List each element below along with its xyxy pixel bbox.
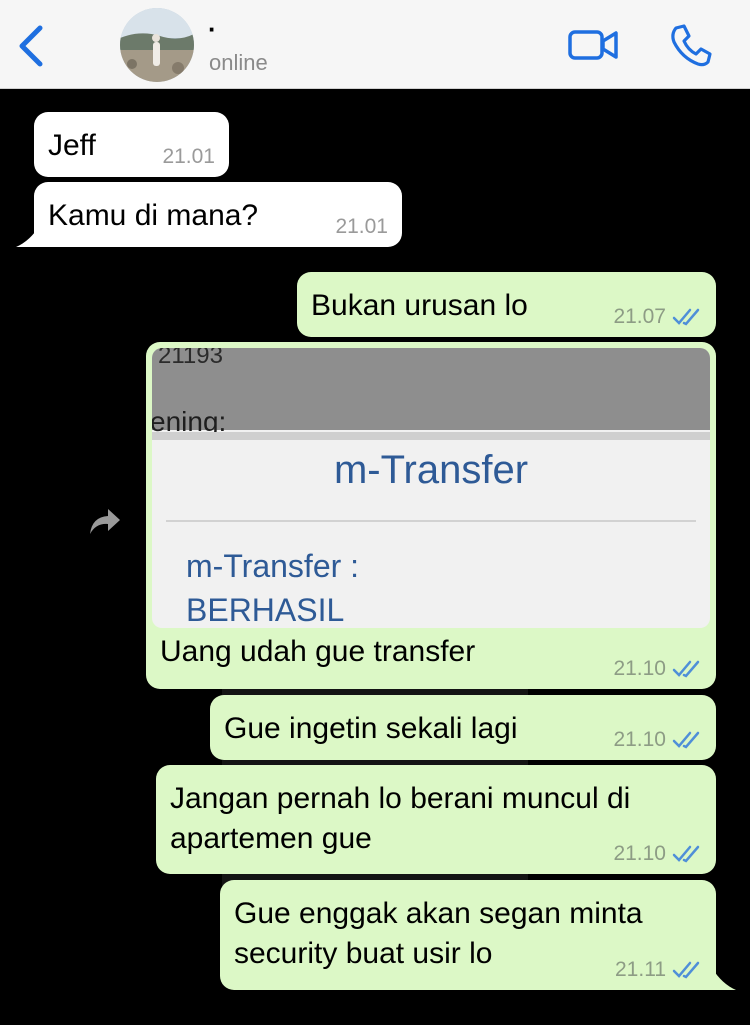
chevron-left-icon bbox=[19, 25, 43, 67]
contact-status: online bbox=[209, 50, 268, 75]
phone-icon bbox=[671, 24, 712, 67]
message-meta: 21.11 bbox=[615, 958, 702, 982]
message-time: 21.07 bbox=[613, 305, 666, 328]
contact-avatar[interactable] bbox=[120, 8, 194, 82]
outgoing-message[interactable]: Gue ingetin sekali lagi 21.10 bbox=[210, 695, 716, 760]
message-meta: 21.10 bbox=[613, 657, 702, 681]
message-text: Kamu di mana? bbox=[48, 199, 259, 232]
forward-button[interactable] bbox=[88, 507, 122, 537]
read-ticks-icon bbox=[672, 731, 700, 749]
message-text-line-1: Jangan pernah lo berani muncul di bbox=[170, 782, 631, 815]
message-meta: 21.10 bbox=[613, 728, 702, 752]
forward-icon bbox=[90, 509, 120, 534]
read-ticks-icon bbox=[672, 961, 700, 979]
message-meta: 21.07 bbox=[613, 305, 702, 329]
video-call-button[interactable] bbox=[566, 20, 622, 70]
message-caption: Uang udah gue transfer bbox=[160, 635, 476, 668]
image-title: m-Transfer bbox=[333, 448, 529, 492]
image-divider bbox=[166, 520, 696, 522]
image-line-2: BERHASIL bbox=[186, 592, 345, 628]
incoming-message[interactable]: Jeff 21.01 bbox=[34, 112, 229, 177]
message-text-line-1: Gue enggak akan segan minta bbox=[234, 897, 643, 930]
incoming-message[interactable]: Kamu di mana? 21.01 bbox=[34, 182, 402, 247]
bubble-tail bbox=[16, 225, 40, 247]
outgoing-message[interactable]: Jangan pernah lo berani muncul di aparte… bbox=[156, 765, 716, 874]
message-text-line-2: apartemen gue bbox=[170, 822, 372, 855]
image-header-band bbox=[152, 348, 710, 430]
chat-area[interactable]: Jeff 21.01 Kamu di mana? 21.01 Bukan uru… bbox=[0, 89, 750, 1025]
video-camera-icon bbox=[568, 30, 618, 60]
message-text: Gue ingetin sekali lagi bbox=[224, 712, 518, 745]
message-time: 21.10 bbox=[613, 842, 666, 865]
image-line-1: m-Transfer : bbox=[186, 548, 360, 584]
back-button[interactable] bbox=[14, 22, 50, 70]
image-text-top: 21193 bbox=[158, 348, 223, 369]
message-time: 21.10 bbox=[613, 728, 666, 751]
message-time: 21.01 bbox=[335, 215, 388, 238]
message-text-line-2: security buat usir lo bbox=[234, 937, 493, 970]
transfer-screenshot-image[interactable]: 21193 ening: m-Transfer m-Transfer : BER… bbox=[152, 348, 710, 628]
message-time: 21.11 bbox=[615, 958, 666, 981]
outgoing-image-message[interactable]: 21193 ening: m-Transfer m-Transfer : BER… bbox=[146, 342, 716, 689]
message-meta: 21.10 bbox=[613, 842, 702, 866]
outgoing-message[interactable]: Gue enggak akan segan minta security bua… bbox=[220, 880, 716, 990]
message-text: Jeff bbox=[48, 129, 96, 162]
read-ticks-icon bbox=[672, 308, 700, 326]
message-text: Bukan urusan lo bbox=[311, 289, 528, 322]
chat-header: · online bbox=[0, 0, 750, 89]
contact-name[interactable]: · bbox=[208, 14, 217, 45]
image-divider bbox=[152, 432, 710, 440]
read-ticks-icon bbox=[672, 845, 700, 863]
outgoing-message[interactable]: Bukan urusan lo 21.07 bbox=[297, 272, 716, 337]
message-time: 21.01 bbox=[162, 145, 215, 168]
read-ticks-icon bbox=[672, 660, 700, 678]
bubble-tail bbox=[712, 968, 736, 990]
message-time: 21.10 bbox=[613, 657, 666, 680]
voice-call-button[interactable] bbox=[664, 20, 720, 70]
